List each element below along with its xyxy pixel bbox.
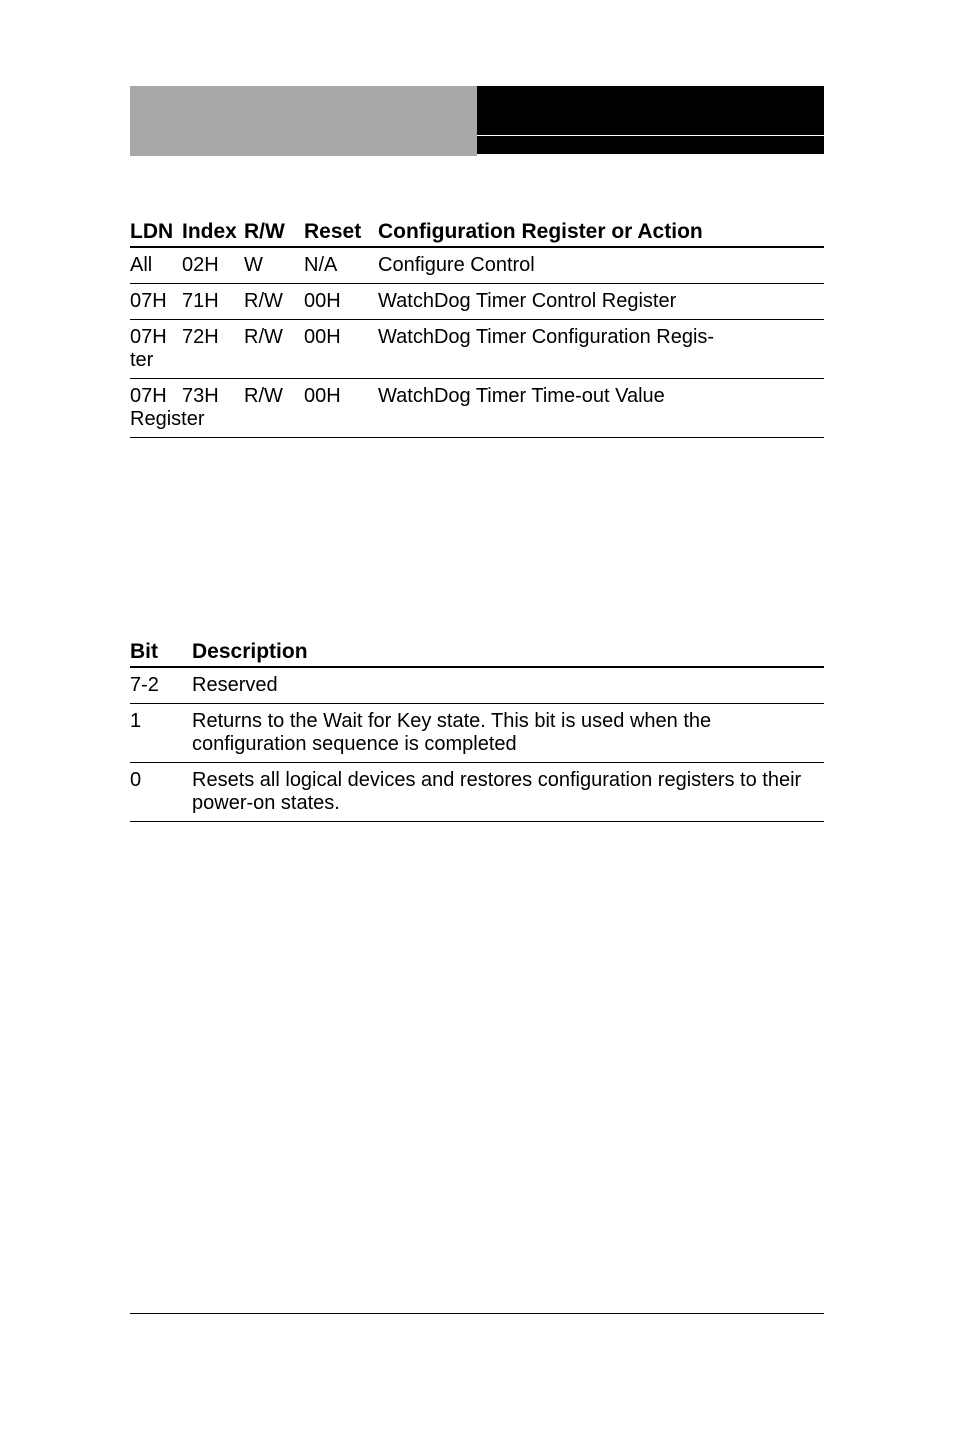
cell-config: WatchDog Timer Time-out Value (374, 385, 824, 408)
cell-bit: 0 (130, 769, 192, 792)
table-row: 0 Resets all logical devices and restore… (130, 763, 824, 822)
bit-table-header: Bit Description (130, 638, 824, 668)
cell-ldn: 07H (130, 290, 182, 313)
cell-config-suffix: Register (130, 408, 824, 431)
table-row: 07H 72H R/W 00H WatchDog Timer Configura… (130, 320, 824, 379)
col-header-reset: Reset (304, 220, 374, 244)
cell-ldn: 07H (130, 385, 182, 408)
cell-bit: 7-2 (130, 674, 192, 697)
col-header-config: Configuration Register or Action (374, 220, 824, 244)
cell-config: WatchDog Timer Control Register (374, 290, 824, 313)
col-header-description: Description (192, 640, 824, 664)
cell-index: 71H (182, 290, 244, 313)
header-left-section (130, 86, 477, 156)
cell-description: Reserved (192, 674, 824, 697)
cell-index: 72H (182, 326, 244, 349)
bit-description-table: Bit Description 7-2 Reserved 1 Returns t… (130, 638, 824, 822)
table-row: 07H 71H R/W 00H WatchDog Timer Control R… (130, 284, 824, 320)
cell-reset: N/A (304, 254, 374, 277)
header-right-section (477, 86, 824, 156)
table-row: 1 Returns to the Wait for Key state. Thi… (130, 704, 824, 763)
cell-rw: R/W (244, 326, 304, 349)
col-header-bit: Bit (130, 640, 192, 664)
cell-index: 02H (182, 254, 244, 277)
cell-config-suffix: ter (130, 349, 824, 372)
page-header (130, 86, 824, 156)
register-table-header: LDN Index R/W Reset Configuration Regist… (130, 218, 824, 248)
cell-config: WatchDog Timer Configuration Regis- (374, 326, 824, 349)
cell-description: Resets all logical devices and restores … (192, 769, 824, 815)
cell-rw: R/W (244, 290, 304, 313)
table-row: All 02H W N/A Configure Control (130, 248, 824, 284)
table-row: 7-2 Reserved (130, 668, 824, 704)
table-row: 07H 73H R/W 00H WatchDog Timer Time-out … (130, 379, 824, 438)
register-table: LDN Index R/W Reset Configuration Regist… (130, 218, 824, 438)
cell-bit: 1 (130, 710, 192, 733)
cell-reset: 00H (304, 326, 374, 349)
page-content: LDN Index R/W Reset Configuration Regist… (130, 200, 824, 822)
col-header-ldn: LDN (130, 220, 182, 244)
col-header-index: Index (182, 220, 244, 244)
cell-rw: W (244, 254, 304, 277)
cell-reset: 00H (304, 290, 374, 313)
col-header-rw: R/W (244, 220, 304, 244)
cell-index: 73H (182, 385, 244, 408)
cell-ldn: 07H (130, 326, 182, 349)
cell-reset: 00H (304, 385, 374, 408)
cell-ldn: All (130, 254, 182, 277)
cell-rw: R/W (244, 385, 304, 408)
cell-description: Returns to the Wait for Key state. This … (192, 710, 824, 756)
cell-config: Configure Control (374, 254, 824, 277)
footer-divider (130, 1313, 824, 1315)
